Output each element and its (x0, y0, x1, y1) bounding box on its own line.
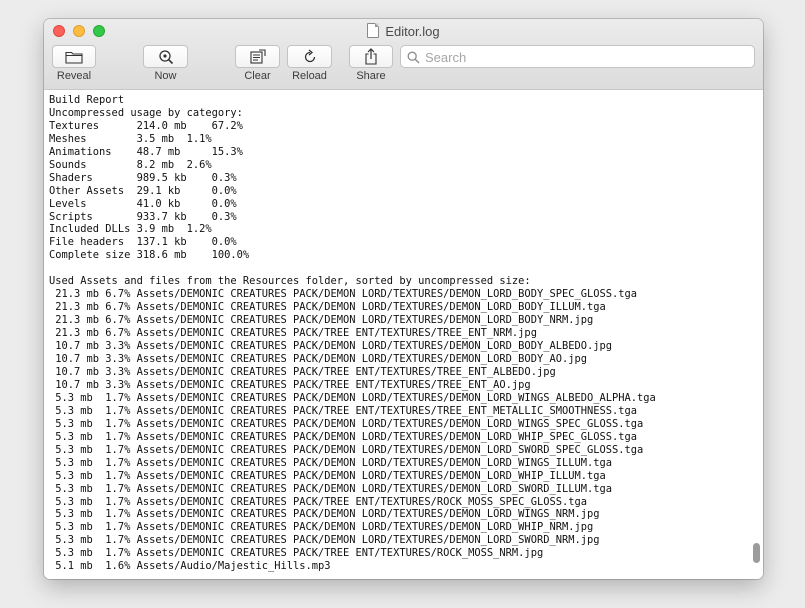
clear-button[interactable] (235, 45, 280, 68)
document-icon (367, 23, 380, 38)
reload-icon (302, 49, 318, 65)
log-line: 5.3 mb 1.7% Assets/DEMONIC CREATURES PAC… (49, 495, 587, 508)
search-field[interactable] (400, 45, 755, 68)
log-line: 10.7 mb 3.3% Assets/DEMONIC CREATURES PA… (49, 378, 531, 391)
log-line: 5.3 mb 1.7% Assets/DEMONIC CREATURES PAC… (49, 417, 644, 430)
log-line: 5.3 mb 1.7% Assets/DEMONIC CREATURES PAC… (49, 547, 544, 560)
reload-label: Reload (292, 70, 327, 82)
share-label: Share (356, 70, 386, 82)
log-line: 5.3 mb 1.7% Assets/DEMONIC CREATURES PAC… (49, 443, 644, 456)
scroll-thumb[interactable] (753, 543, 760, 563)
log-line: 10.7 mb 3.3% Assets/DEMONIC CREATURES PA… (49, 353, 587, 366)
vertical-scrollbar[interactable] (752, 90, 761, 579)
log-line: 21.3 mb 6.7% Assets/DEMONIC CREATURES PA… (49, 327, 537, 340)
now-button[interactable] (143, 45, 188, 68)
log-line: 10.7 mb 3.3% Assets/DEMONIC CREATURES PA… (49, 365, 556, 378)
log-line: 5.3 mb 1.7% Assets/DEMONIC CREATURES PAC… (49, 521, 594, 534)
folder-icon (65, 50, 83, 64)
log-line: 5.3 mb 1.7% Assets/DEMONIC CREATURES PAC… (49, 391, 656, 404)
log-content[interactable]: ----------------------------------------… (44, 90, 763, 579)
log-line: 5.3 mb 1.7% Assets/DEMONIC CREATURES PAC… (49, 469, 606, 482)
log-line: 5.1 mb 1.6% Assets/Audio/Majestic_Hills.… (49, 560, 331, 573)
log-line: Animations 48.7 mb 15.3% (49, 145, 243, 158)
log-line: Uncompressed usage by category: (49, 106, 243, 119)
log-line: 21.3 mb 6.7% Assets/DEMONIC CREATURES PA… (49, 288, 638, 301)
clear-log-icon (249, 48, 267, 65)
window-title: Editor.log (44, 23, 763, 39)
log-line: 5.3 mb 1.7% Assets/DEMONIC CREATURES PAC… (49, 508, 600, 521)
console-window: Editor.log Reveal Now Clear Reload Share… (44, 19, 763, 579)
clear-label: Clear (244, 70, 271, 82)
log-line: File headers 137.1 kb 0.0% (49, 236, 237, 249)
log-line: 5.3 mb 1.7% Assets/DEMONIC CREATURES PAC… (49, 456, 613, 469)
share-button[interactable] (349, 45, 393, 68)
log-line: 5.3 mb 1.7% Assets/DEMONIC CREATURES PAC… (49, 430, 638, 443)
now-label: Now (154, 70, 177, 82)
reveal-button[interactable] (52, 45, 96, 68)
log-line: 5.3 mb 1.7% Assets/DEMONIC CREATURES PAC… (49, 534, 600, 547)
log-line: Levels 41.0 kb 0.0% (49, 197, 237, 210)
log-line: ----------------------------------------… (49, 90, 543, 93)
log-line: Build Report (49, 93, 125, 106)
log-line: Scripts 933.7 kb 0.3% (49, 210, 237, 223)
title-bar: Editor.log Reveal Now Clear Reload Share… (44, 19, 763, 90)
log-line: Complete size 318.6 mb 100.0% (49, 249, 250, 262)
log-text: ----------------------------------------… (49, 90, 656, 573)
log-line: Included DLLs 3.9 mb 1.2% (49, 223, 212, 236)
log-line: 21.3 mb 6.7% Assets/DEMONIC CREATURES PA… (49, 314, 594, 327)
log-line: Sounds 8.2 mb 2.6% (49, 158, 212, 171)
reload-button[interactable] (287, 45, 332, 68)
log-line: 5.3 mb 1.7% Assets/DEMONIC CREATURES PAC… (49, 482, 613, 495)
search-input[interactable] (423, 48, 747, 67)
log-line: Other Assets 29.1 kb 0.0% (49, 184, 237, 197)
log-line: Used Assets and files from the Resources… (49, 275, 531, 288)
log-line: 5.3 mb 1.7% Assets/DEMONIC CREATURES PAC… (49, 404, 638, 417)
reveal-label: Reveal (56, 70, 92, 82)
log-line: Shaders 989.5 kb 0.3% (49, 171, 237, 184)
scroll-to-now-icon (158, 49, 174, 65)
log-line: Meshes 3.5 mb 1.1% (49, 132, 212, 145)
log-line: 10.7 mb 3.3% Assets/DEMONIC CREATURES PA… (49, 340, 613, 353)
window-title-text: Editor.log (385, 24, 440, 39)
share-icon (364, 48, 378, 65)
log-line: Textures 214.0 mb 67.2% (49, 119, 243, 132)
log-line: 21.3 mb 6.7% Assets/DEMONIC CREATURES PA… (49, 301, 606, 314)
